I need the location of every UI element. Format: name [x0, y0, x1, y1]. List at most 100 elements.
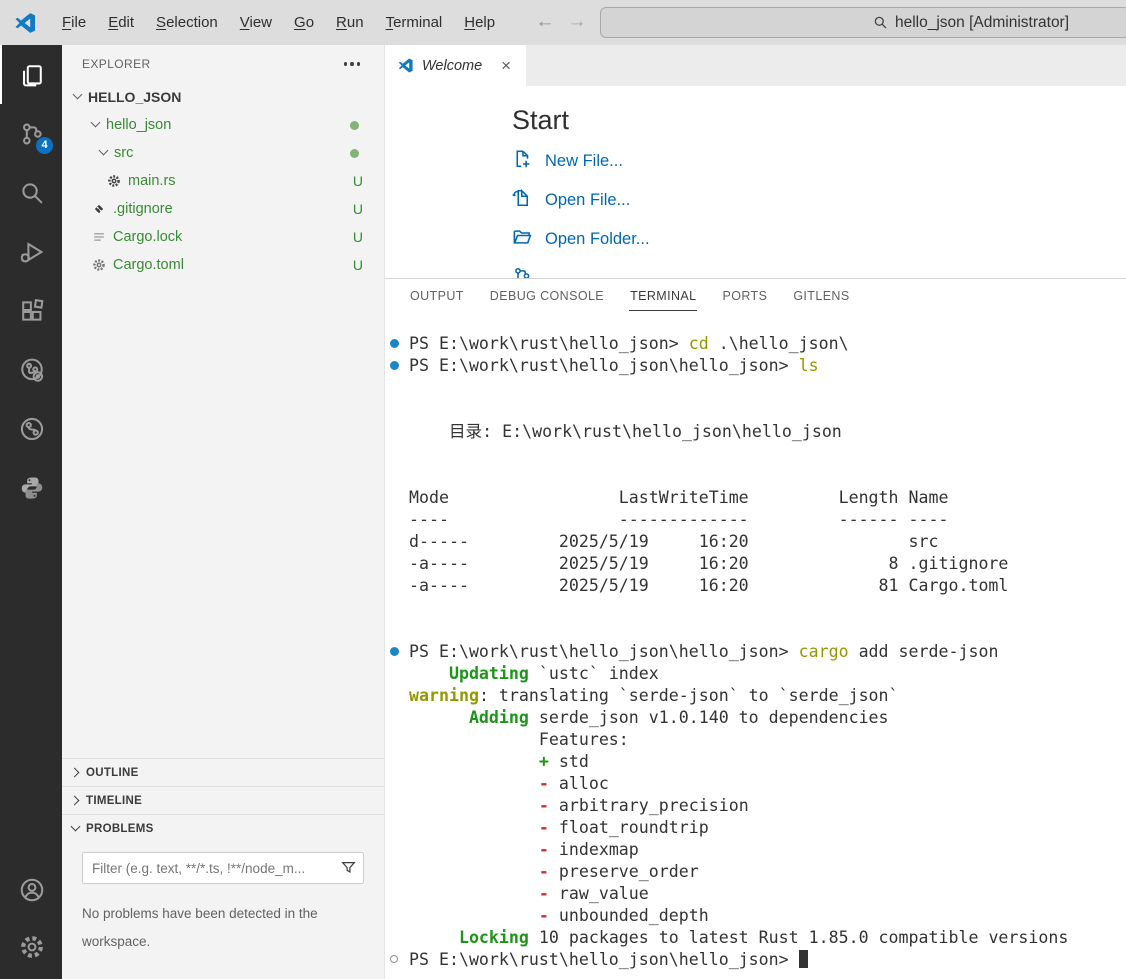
terminal-line: PS E:\work\rust\hello_json> cd .\hello_j…: [385, 333, 1126, 355]
vscode-window: { "titlebar": { "menus": ["File", "Edit"…: [0, 0, 1126, 979]
terminal-line: warning: translating `serde-json` to `se…: [385, 685, 1126, 707]
start-link-open-folder[interactable]: Open Folder...: [512, 220, 1126, 259]
terminal-line: PS E:\work\rust\hello_json\hello_json> c…: [385, 641, 1126, 663]
bottom-panel: OUTPUTDEBUG CONSOLETERMINALPORTSGITLENS …: [385, 278, 1126, 979]
menu-go[interactable]: Go: [283, 9, 325, 36]
command-decoration-icon[interactable]: [390, 647, 399, 656]
filter-icon: [341, 860, 356, 875]
activity-settings-gear-icon[interactable]: [0, 918, 62, 975]
chevron-down-icon: [96, 145, 112, 161]
activity-python-icon[interactable]: [0, 458, 62, 517]
menu-terminal[interactable]: Terminal: [375, 9, 454, 36]
editor-group: Welcome × Start New File...Open File...O…: [385, 45, 1126, 278]
section-problems[interactable]: PROBLEMS: [62, 814, 384, 842]
section-timeline[interactable]: TIMELINE: [62, 786, 384, 814]
terminal-line: PS E:\work\rust\hello_json\hello_json>: [385, 949, 1126, 971]
terminal-line: [385, 597, 1126, 619]
tree-item-src[interactable]: src: [62, 139, 384, 167]
chevron-right-icon: [68, 793, 84, 809]
terminal-line: Locking 10 packages to latest Rust 1.85.…: [385, 927, 1126, 949]
activity-explorer-icon[interactable]: [0, 45, 62, 104]
tree-item--gitignore[interactable]: .gitignoreU: [62, 195, 384, 223]
start-link-open-file[interactable]: Open File...: [512, 181, 1126, 220]
section-outline[interactable]: OUTLINE: [62, 758, 384, 786]
panel-tab-ports[interactable]: PORTS: [721, 279, 768, 311]
more-actions-icon[interactable]: [340, 58, 365, 70]
sidebar-header: EXPLORER: [62, 45, 384, 83]
navigate-back-icon[interactable]: ←: [533, 9, 557, 35]
terminal-line: - indexmap: [385, 839, 1126, 861]
tree-item-label: Cargo.lock: [113, 229, 182, 245]
command-decoration-icon[interactable]: [390, 955, 398, 963]
tree-item-hello-json[interactable]: HELLO_JSON: [62, 83, 384, 111]
activity-bar-bottom: [0, 861, 62, 975]
terminal-line: -a---- 2025/5/19 16:20 81 Cargo.toml: [385, 575, 1126, 597]
activity-bar: 4: [0, 45, 62, 979]
menu-selection[interactable]: Selection: [145, 9, 229, 36]
tree-item-cargo-lock[interactable]: Cargo.lock U: [62, 223, 384, 251]
panel-tab-terminal[interactable]: TERMINAL: [629, 279, 697, 311]
vscode-file-icon: [397, 57, 414, 74]
tree-item-label: HELLO_JSON: [88, 89, 181, 105]
menu-run[interactable]: Run: [325, 9, 375, 36]
start-link-clone-repository-icon[interactable]: [512, 259, 1126, 278]
activity-extensions-icon[interactable]: [0, 281, 62, 340]
terminal-line: [385, 443, 1126, 465]
command-decoration-icon[interactable]: [390, 339, 399, 348]
menu-file[interactable]: File: [51, 9, 97, 36]
menu-help[interactable]: Help: [453, 9, 506, 36]
terminal-line: 目录: E:\work\rust\hello_json\hello_json: [385, 421, 1126, 443]
terminal-line: - raw_value: [385, 883, 1126, 905]
panel-tabs: OUTPUT DEBUG CONSOLE TERMINAL PORTS GITLENS: [385, 279, 1126, 313]
terminal-line: PS E:\work\rust\hello_json\hello_json> l…: [385, 355, 1126, 377]
activity-gitlens-icon[interactable]: [0, 340, 62, 399]
tree-item-label: main.rs: [128, 173, 176, 189]
terminal-line: [385, 399, 1126, 421]
tab-title: Welcome: [422, 58, 482, 74]
tree-item-hello-json[interactable]: hello_json: [62, 111, 384, 139]
terminal-line: ---- ------------- ------ ----: [385, 509, 1126, 531]
chevron-right-icon: [68, 765, 84, 781]
command-decoration-icon[interactable]: [390, 361, 399, 370]
close-tab-icon[interactable]: ×: [498, 56, 514, 75]
menu-edit[interactable]: Edit: [97, 9, 145, 36]
tree-item-main-rs[interactable]: main.rsU: [62, 167, 384, 195]
explorer-sidebar: EXPLORER HELLO_JSONhello_jsonsrcmain.rsU…: [62, 45, 385, 979]
navigate-forward-icon[interactable]: →: [565, 9, 589, 35]
problems-filter-input[interactable]: [82, 852, 364, 884]
start-link-new-file[interactable]: New File...: [512, 142, 1126, 181]
tree-item-label: Cargo.toml: [113, 257, 184, 273]
sidebar-bottom-sections: OUTLINETIMELINEPROBLEMS No problems have…: [62, 758, 384, 956]
chevron-down-icon: [88, 117, 104, 133]
section-label: OUTLINE: [86, 767, 139, 779]
tree-item-cargo-toml[interactable]: Cargo.tomlU: [62, 251, 384, 279]
panel-tab-gitlens[interactable]: GITLENS: [792, 279, 850, 311]
start-link-label: Open File...: [545, 191, 630, 210]
menubar: FileEditSelectionViewGoRunTerminalHelp: [51, 9, 506, 36]
tab-welcome[interactable]: Welcome ×: [385, 45, 526, 86]
activity-search-icon[interactable]: [0, 163, 62, 222]
section-label: PROBLEMS: [86, 823, 154, 835]
new-file-icon: [512, 149, 532, 174]
tab-bar: Welcome ×: [385, 45, 1126, 86]
section-label: TIMELINE: [86, 795, 142, 807]
activity-source-control-icon[interactable]: 4: [0, 104, 62, 163]
activity-bar-items: 4: [0, 45, 62, 517]
welcome-page: Start New File...Open File...Open Folder…: [385, 86, 1126, 278]
menu-view[interactable]: View: [229, 9, 283, 36]
terminal-line: [385, 619, 1126, 641]
activity-run-and-debug-icon[interactable]: [0, 222, 62, 281]
activity-account-icon[interactable]: [0, 861, 62, 918]
activity-git-graph-icon[interactable]: [0, 399, 62, 458]
start-link-label: Open Folder...: [545, 230, 650, 249]
terminal-output[interactable]: PS E:\work\rust\hello_json> cd .\hello_j…: [385, 333, 1126, 971]
git-untracked-badge: U: [353, 229, 363, 245]
tree-item-label: hello_json: [106, 117, 171, 133]
panel-tab-output[interactable]: OUTPUT: [409, 279, 465, 311]
titlebar: FileEditSelectionViewGoRunTerminalHelp ←…: [0, 0, 1126, 45]
start-link-label: New File...: [545, 152, 623, 171]
panel-tab-debug-console[interactable]: DEBUG CONSOLE: [489, 279, 605, 311]
command-center-search[interactable]: hello_json [Administrator]: [600, 7, 1126, 38]
chevron-down-icon: [70, 89, 86, 105]
scm-changes-badge: 4: [36, 137, 53, 154]
